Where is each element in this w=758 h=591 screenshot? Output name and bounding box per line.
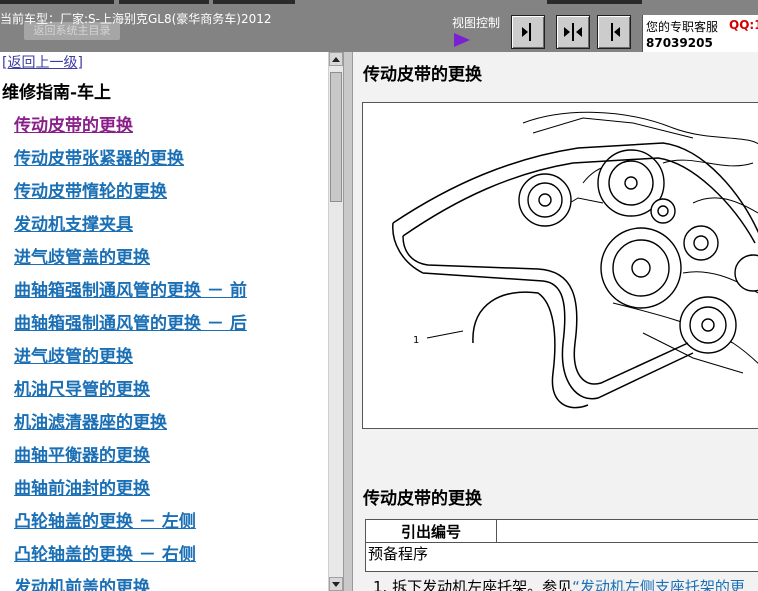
top-strip <box>0 0 114 4</box>
nav-link[interactable]: 发动机支撑夹具 <box>14 210 133 235</box>
arrow-up-icon <box>332 57 340 62</box>
support-number: 87039205 <box>646 36 713 50</box>
section-title: 维修指南-车上 <box>2 83 112 103</box>
scroll-thumb[interactable] <box>330 72 342 202</box>
nav-link[interactable]: 凸轮轴盖的更换 － 右侧 <box>14 540 196 565</box>
nav-link[interactable]: 传动皮带惰轮的更换 <box>14 177 167 202</box>
step-text: 1. 拆下发动机左座托架。参见“发动机左侧支座托架的更 <box>373 576 745 591</box>
customer-support-panel: 您的专职客服 QQ:1 87039205 <box>642 15 758 52</box>
reference-link[interactable]: “发动机左侧支座托架的更 <box>572 578 745 591</box>
top-toolbar: 返回系统主目录 当前车型：厂家:S-上海别克GL8(豪华商务车)2012 视图控… <box>0 0 758 52</box>
drive-belt-diagram: 1 <box>362 102 758 429</box>
scroll-up-button[interactable] <box>329 52 343 66</box>
scroll-down-button[interactable] <box>329 577 343 591</box>
top-strip <box>547 0 642 4</box>
table-header-blank <box>496 519 758 543</box>
navigation-pane: [返回上一级] 维修指南-车上 传动皮带的更换 传动皮带张紧器的更换 传动皮带惰… <box>0 52 328 591</box>
back-up-level-link[interactable]: [返回上一级] <box>2 52 83 72</box>
support-qq[interactable]: QQ:1 <box>729 18 758 32</box>
content-title: 传动皮带的更换 <box>363 65 482 85</box>
nav-link[interactable]: 传动皮带的更换 <box>14 111 133 136</box>
nav-link[interactable]: 进气歧管的更换 <box>14 342 133 367</box>
top-strip <box>213 0 295 4</box>
arrow-down-icon <box>332 582 340 587</box>
nav-link[interactable]: 曲轴前油封的更换 <box>14 474 150 499</box>
play-arrow-icon[interactable] <box>454 33 470 47</box>
support-label: 您的专职客服 <box>646 20 719 34</box>
nav-link[interactable]: 曲轴箱强制通风管的更换 － 后 <box>14 309 247 334</box>
split-arrows-icon <box>564 23 582 41</box>
nav-link[interactable]: 机油滤清器座的更换 <box>14 408 167 433</box>
bar-arrow-left-icon <box>611 23 620 41</box>
current-model-label: 当前车型：厂家:S-上海别克GL8(豪华商务车)2012 <box>0 12 272 26</box>
nav-link[interactable]: 曲轴箱强制通风管的更换 － 前 <box>14 276 247 301</box>
nav-link[interactable]: 传动皮带张紧器的更换 <box>14 144 184 169</box>
nav-link[interactable]: 机油尺导管的更换 <box>14 375 150 400</box>
nav-link[interactable]: 曲轴平衡器的更换 <box>14 441 150 466</box>
pane-splitter[interactable] <box>343 52 353 591</box>
top-strip <box>119 0 209 4</box>
view-control-label: 视图控制 <box>452 16 501 30</box>
expand-right-button[interactable] <box>511 15 545 49</box>
content-subtitle: 传动皮带的更换 <box>363 489 482 509</box>
nav-link[interactable]: 凸轮轴盖的更换 － 左侧 <box>14 507 196 532</box>
split-view-button[interactable] <box>556 15 590 49</box>
callout-1-label: 1 <box>413 335 419 346</box>
nav-link[interactable]: 发动机前盖的更换 <box>14 573 150 591</box>
nav-link[interactable]: 进气歧管盖的更换 <box>14 243 150 268</box>
belt-routing-illustration: 1 <box>392 111 758 409</box>
procedure-table: 引出编号 预备程序 <box>365 519 758 572</box>
expand-left-button[interactable] <box>597 15 631 49</box>
bar-arrow-right-icon <box>522 23 531 41</box>
nav-scrollbar[interactable] <box>328 52 343 591</box>
table-row-prep: 预备程序 <box>365 542 758 572</box>
table-header-callout: 引出编号 <box>365 519 497 543</box>
step-text-before: 1. 拆下发动机左座托架。参见 <box>373 578 573 591</box>
content-pane: 传动皮带的更换 1 传动皮带的更换 引出编号 预备程序 1. 拆下发动机左座托架… <box>353 52 758 591</box>
